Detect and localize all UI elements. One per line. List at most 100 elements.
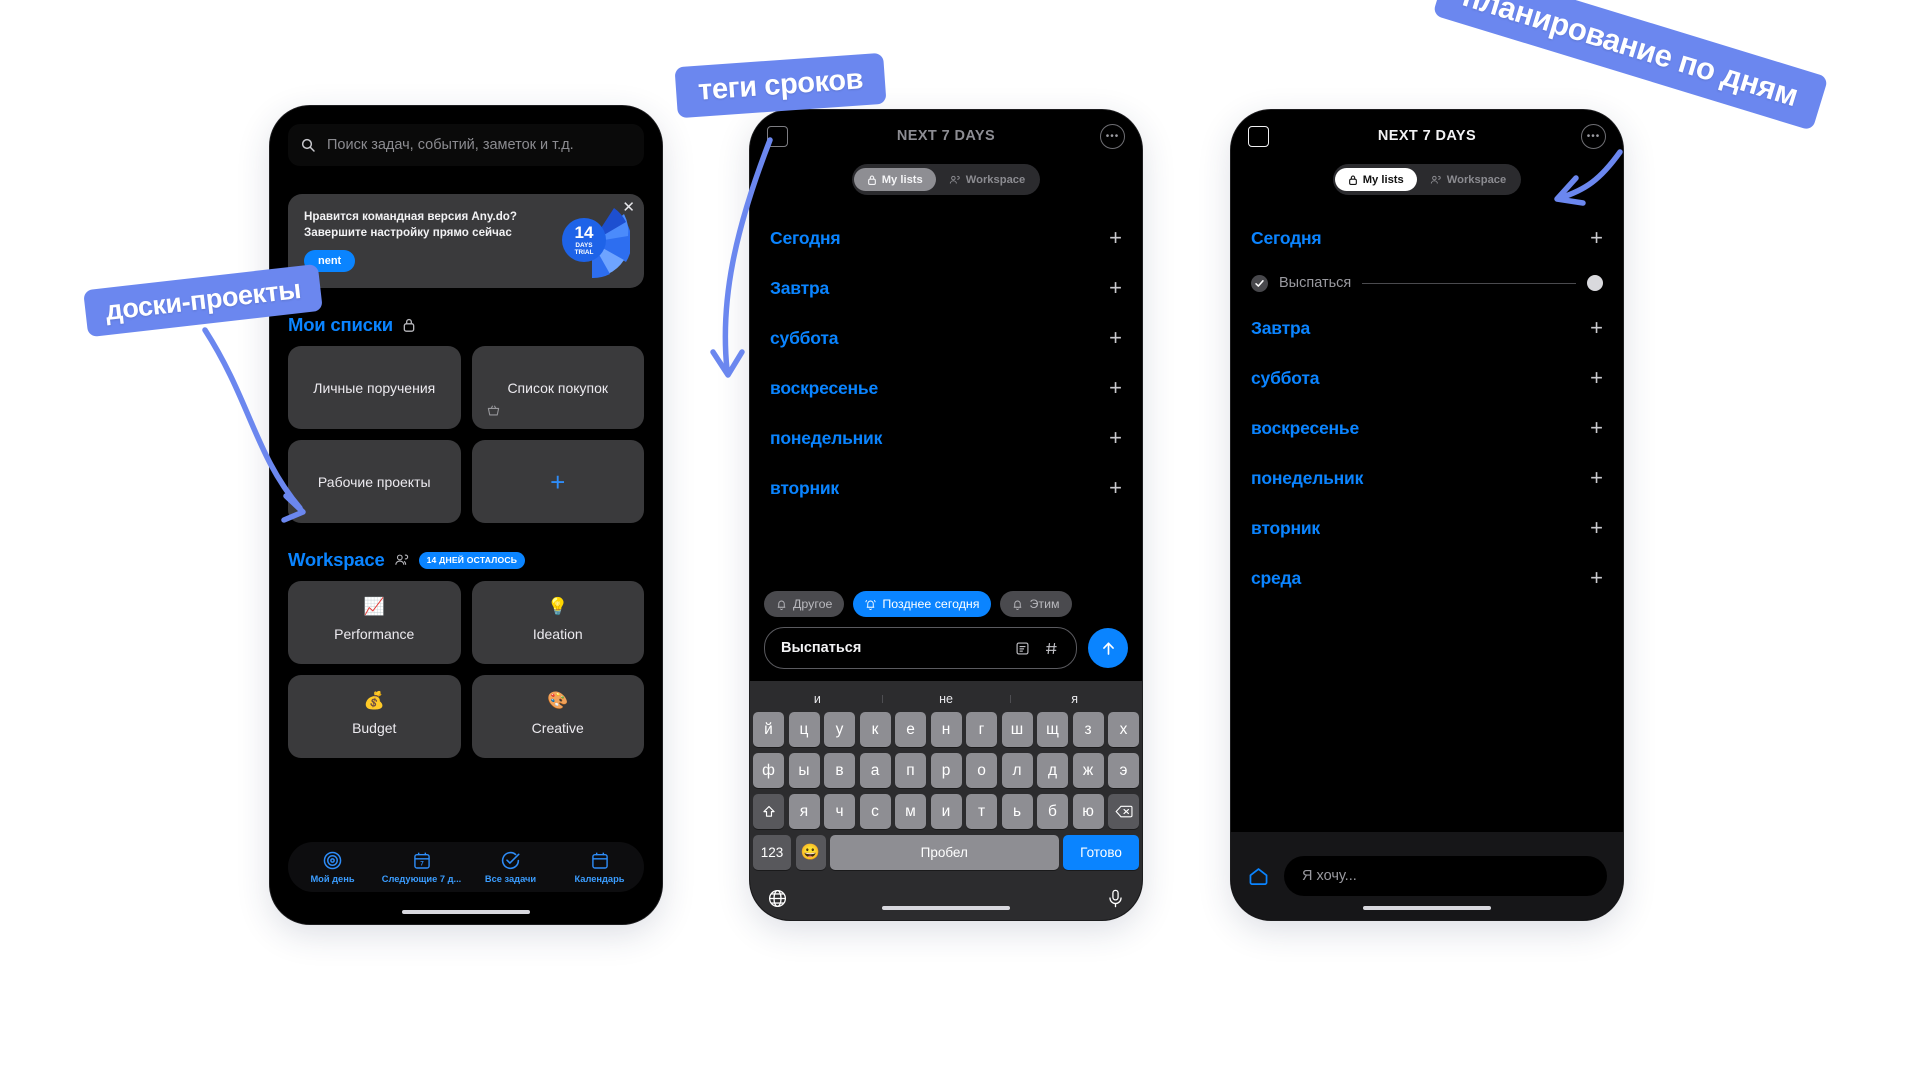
add-task-icon[interactable]: + bbox=[1109, 477, 1122, 499]
tab-my-day[interactable]: Мой день bbox=[288, 850, 377, 884]
close-icon[interactable]: ✕ bbox=[622, 200, 635, 215]
key-к[interactable]: к bbox=[859, 712, 891, 747]
send-task-button[interactable] bbox=[1088, 628, 1128, 668]
add-task-icon[interactable]: + bbox=[1590, 467, 1603, 489]
key-п[interactable]: п bbox=[895, 753, 926, 788]
key-г[interactable]: г bbox=[966, 712, 997, 747]
key-щ[interactable]: щ bbox=[1037, 712, 1068, 747]
prediction-item[interactable]: я bbox=[1010, 692, 1139, 706]
add-list-button[interactable]: + bbox=[471, 440, 644, 523]
tag-this-week[interactable]: Этим bbox=[1000, 591, 1072, 617]
key-ь[interactable]: ь bbox=[1001, 794, 1033, 829]
numbers-key[interactable]: 123 bbox=[753, 835, 791, 870]
list-tile-work[interactable]: Рабочие проекты bbox=[288, 440, 461, 523]
add-task-icon[interactable]: + bbox=[1590, 567, 1603, 589]
workspace-tile-ideation[interactable]: 💡 Ideation bbox=[471, 581, 644, 664]
key-ч[interactable]: ч bbox=[824, 794, 855, 829]
key-т[interactable]: т bbox=[966, 794, 997, 829]
add-task-icon[interactable]: + bbox=[1109, 227, 1122, 249]
done-key[interactable]: Готово bbox=[1063, 835, 1139, 870]
add-task-icon[interactable]: + bbox=[1109, 377, 1122, 399]
key-ф[interactable]: ф bbox=[753, 753, 784, 788]
day-row-sunday[interactable]: воскресенье + bbox=[1251, 403, 1603, 453]
key-в[interactable]: в bbox=[824, 753, 855, 788]
list-tile-shopping[interactable]: Список покупок bbox=[471, 346, 644, 429]
prediction-item[interactable]: не bbox=[881, 692, 1011, 706]
add-task-icon[interactable]: + bbox=[1590, 317, 1603, 339]
day-row-today[interactable]: Сегодня + bbox=[1251, 213, 1603, 263]
key-м[interactable]: м bbox=[895, 794, 926, 829]
day-row-tuesday[interactable]: вторник + bbox=[1251, 503, 1603, 553]
globe-icon[interactable] bbox=[767, 888, 788, 909]
key-у[interactable]: у bbox=[824, 712, 855, 747]
day-row-saturday[interactable]: суббота + bbox=[770, 313, 1122, 363]
key-е[interactable]: е bbox=[895, 712, 926, 747]
day-row-tomorrow[interactable]: Завтра + bbox=[1251, 303, 1603, 353]
add-task-icon[interactable]: + bbox=[1590, 417, 1603, 439]
key-и[interactable]: и bbox=[930, 794, 962, 829]
people-icon bbox=[394, 553, 410, 567]
workspace-tile-performance[interactable]: 📈 Performance bbox=[288, 581, 461, 664]
workspace-tile-creative[interactable]: 🎨 Creative bbox=[471, 675, 644, 758]
tab-calendar[interactable]: Календарь bbox=[555, 850, 644, 884]
day-row-monday[interactable]: понедельник + bbox=[1251, 453, 1603, 503]
key-с[interactable]: с bbox=[859, 794, 891, 829]
day-row-sunday[interactable]: воскресенье + bbox=[770, 363, 1122, 413]
key-ж[interactable]: ж bbox=[1072, 753, 1104, 788]
key-б[interactable]: б bbox=[1037, 794, 1068, 829]
tab-next-7-days[interactable]: 7 Следующие 7 д... bbox=[377, 850, 466, 884]
key-р[interactable]: р bbox=[930, 753, 962, 788]
key-я[interactable]: я bbox=[788, 794, 820, 829]
key-й[interactable]: й bbox=[753, 712, 784, 747]
note-icon[interactable] bbox=[1014, 640, 1031, 657]
key-ю[interactable]: ю bbox=[1072, 794, 1104, 829]
key-л[interactable]: л bbox=[1001, 753, 1033, 788]
tag-later-today[interactable]: Позднее сегодня bbox=[853, 591, 992, 617]
segment-workspace[interactable]: Workspace bbox=[1417, 168, 1520, 191]
task-input[interactable]: Выспаться bbox=[764, 627, 1077, 669]
list-tile-personal[interactable]: Личные поручения bbox=[288, 346, 461, 429]
day-row-tomorrow[interactable]: Завтра + bbox=[770, 263, 1122, 313]
mic-icon[interactable] bbox=[1106, 888, 1125, 909]
prediction-item[interactable]: и bbox=[753, 692, 882, 706]
add-task-icon[interactable]: + bbox=[1590, 367, 1603, 389]
segment-my-lists[interactable]: My lists bbox=[853, 168, 936, 191]
day-row-wednesday[interactable]: среда + bbox=[1251, 553, 1603, 603]
key-а[interactable]: а bbox=[859, 753, 891, 788]
day-row-monday[interactable]: понедельник + bbox=[770, 413, 1122, 463]
day-row-saturday[interactable]: суббота + bbox=[1251, 353, 1603, 403]
task-row-completed[interactable]: Выспаться bbox=[1251, 263, 1603, 303]
add-task-icon[interactable]: + bbox=[1590, 517, 1603, 539]
tab-all-tasks[interactable]: Все задачи bbox=[466, 850, 555, 884]
key-ш[interactable]: ш bbox=[1001, 712, 1033, 747]
key-з[interactable]: з bbox=[1072, 712, 1104, 747]
add-task-icon[interactable]: + bbox=[1109, 277, 1122, 299]
task-options-icon[interactable] bbox=[1587, 275, 1603, 291]
backspace-icon[interactable] bbox=[1108, 794, 1139, 829]
space-key[interactable]: Пробел bbox=[830, 835, 1059, 870]
day-row-today[interactable]: Сегодня + bbox=[770, 213, 1122, 263]
task-checkbox[interactable] bbox=[1251, 274, 1268, 292]
search-input[interactable]: Поиск задач, событий, заметок и т.д. bbox=[288, 124, 644, 166]
day-row-tuesday[interactable]: вторник + bbox=[770, 463, 1122, 513]
workspace-tile-budget[interactable]: 💰 Budget bbox=[288, 675, 461, 758]
add-task-icon[interactable]: + bbox=[1590, 227, 1603, 249]
home-icon[interactable] bbox=[1247, 865, 1270, 888]
shift-icon[interactable] bbox=[753, 794, 784, 829]
promo-banner[interactable]: Нравится командная версия Any.do? Заверш… bbox=[288, 194, 644, 288]
key-о[interactable]: о bbox=[966, 753, 997, 788]
wish-input[interactable]: Я хочу... bbox=[1284, 856, 1607, 896]
key-э[interactable]: э bbox=[1108, 753, 1139, 788]
key-н[interactable]: н bbox=[930, 712, 962, 747]
tag-other[interactable]: Другое bbox=[764, 591, 845, 617]
add-task-icon[interactable]: + bbox=[1109, 427, 1122, 449]
key-ы[interactable]: ы bbox=[788, 753, 820, 788]
segment-workspace[interactable]: Workspace bbox=[936, 168, 1039, 191]
key-ц[interactable]: ц bbox=[788, 712, 820, 747]
add-task-icon[interactable]: + bbox=[1109, 327, 1122, 349]
key-д[interactable]: д bbox=[1037, 753, 1068, 788]
hash-icon[interactable] bbox=[1043, 640, 1060, 657]
emoji-icon[interactable]: 😀 bbox=[795, 835, 826, 870]
segment-my-lists[interactable]: My lists bbox=[1334, 168, 1417, 191]
key-х[interactable]: х bbox=[1108, 712, 1139, 747]
